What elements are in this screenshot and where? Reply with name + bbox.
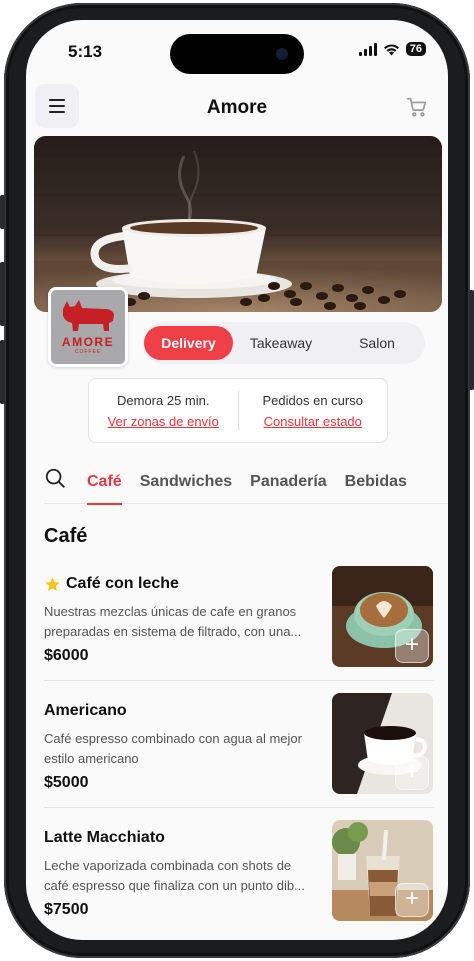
category-tab-bebidas[interactable]: Bebidas: [336, 464, 416, 504]
product-description: Café espresso combinado con agua al mejo…: [44, 731, 302, 766]
product-name-row: Americano: [44, 702, 127, 720]
battery-indicator: 76: [405, 42, 426, 56]
product-price: $6000: [44, 647, 89, 664]
list-divider: [44, 680, 434, 681]
phone-action-button: [0, 195, 5, 229]
logo-wordmark: AMORE: [61, 335, 115, 349]
status-time: 5:13: [68, 42, 103, 61]
product-item[interactable]: Americano Café espresso combinado con ag…: [44, 693, 434, 807]
product-price: $7500: [44, 901, 89, 918]
status-indicators: 76: [358, 42, 426, 56]
category-tab-cafe[interactable]: Café: [74, 464, 131, 505]
category-tabs: Café Sandwiches Panadería Bebidas: [44, 464, 448, 505]
tab-takeaway[interactable]: Takeaway: [233, 326, 329, 360]
category-tab-panaderia[interactable]: Panadería: [241, 464, 335, 504]
add-to-cart-button[interactable]: +: [395, 629, 429, 663]
hero-banner: [34, 136, 442, 312]
category-tab-sandwiches[interactable]: Sandwiches: [131, 464, 241, 504]
product-name: Latte Macchiato: [44, 829, 165, 846]
shipping-zones-link[interactable]: Ver zonas de envío: [108, 414, 219, 429]
star-icon: [45, 576, 60, 591]
cart-button[interactable]: [406, 96, 428, 123]
product-image: +: [332, 693, 433, 794]
front-camera: [276, 48, 288, 60]
cart-icon: [407, 97, 427, 117]
product-description: Nuestras mezclas únicas de cafe en grano…: [44, 604, 302, 639]
corgi-logo-icon: [63, 300, 114, 331]
orders-label: Pedidos en curso: [262, 392, 363, 408]
brand-logo: AMORE COFFEE: [48, 287, 128, 367]
product-image: +: [332, 820, 433, 921]
app-screen: 5:13 76 Amore AMORE COFFEE Delivery Take…: [26, 20, 448, 940]
search-button[interactable]: [44, 467, 74, 494]
cellular-signal-icon: [358, 42, 377, 56]
phone-volume-down-button: [0, 340, 5, 404]
logo-subtitle: COFFEE: [74, 349, 102, 355]
wifi-icon: [383, 43, 399, 55]
product-name: Café con leche: [66, 575, 179, 592]
delay-info: Demora 25 min. Ver zonas de envío: [89, 379, 238, 442]
orders-info: Pedidos en curso Consultar estado: [239, 379, 388, 442]
phone-power-button: [469, 290, 474, 390]
dynamic-island: [170, 34, 304, 74]
add-to-cart-button[interactable]: +: [395, 883, 429, 917]
search-icon: [45, 468, 65, 488]
product-name: Americano: [44, 702, 127, 719]
tab-delivery[interactable]: Delivery: [144, 326, 233, 360]
section-title: Café: [44, 525, 88, 547]
add-to-cart-button[interactable]: +: [395, 756, 429, 790]
check-status-link[interactable]: Consultar estado: [264, 414, 362, 429]
order-mode-selector: Delivery Takeaway Salon: [143, 322, 425, 364]
delay-label: Demora 25 min.: [117, 392, 210, 408]
product-item[interactable]: Latte Macchiato Leche vaporizada combina…: [44, 820, 434, 934]
product-item[interactable]: Café con leche Nuestras mezclas únicas d…: [44, 566, 434, 680]
product-name-row: Latte Macchiato: [44, 829, 165, 847]
coffee-cup-photo: [34, 136, 442, 312]
product-image: +: [332, 566, 433, 667]
product-description: Leche vaporizada combinada con shots de …: [44, 858, 305, 893]
product-price: $5000: [44, 774, 89, 791]
product-name-row: Café con leche: [44, 575, 179, 593]
phone-volume-up-button: [0, 262, 5, 326]
tab-salon[interactable]: Salon: [329, 326, 425, 360]
app-title: Amore: [206, 97, 268, 118]
list-divider: [44, 807, 434, 808]
delivery-info-card: Demora 25 min. Ver zonas de envío Pedido…: [88, 378, 388, 443]
